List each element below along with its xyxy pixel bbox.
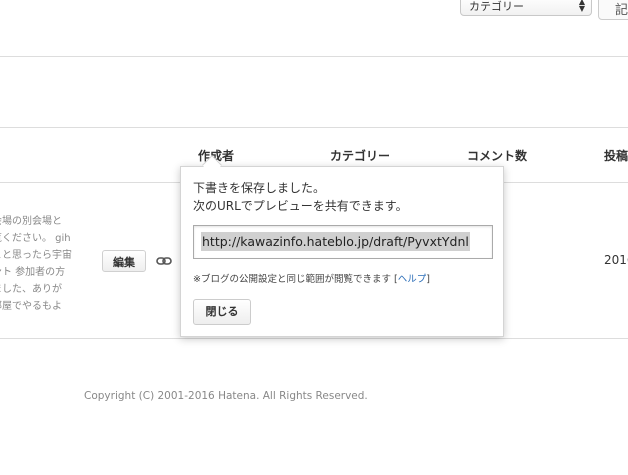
entry-excerpt: 会場の別会場と 覧ください。 gih こと思ったら宇宙 ント 参加者の方 ました… <box>0 213 104 315</box>
header-category: カテゴリー <box>330 149 391 163</box>
popup-note: ※ブログの公開設定と同じ範囲が閲覧できます [ヘルプ] <box>193 271 430 285</box>
excerpt-line: 部屋でやるもよ <box>0 301 62 312</box>
popup-message-share: 次のURLでプレビューを共有できます。 <box>193 199 408 213</box>
record-button-label: 記 <box>615 3 628 18</box>
excerpt-line: ント 参加者の方 <box>0 267 66 278</box>
copyright: Copyright (C) 2001-2016 Hatena. All Righ… <box>84 390 368 402</box>
divider <box>0 338 628 339</box>
help-link[interactable]: ヘルプ <box>398 274 427 285</box>
category-select-value: カテゴリー <box>469 0 524 13</box>
popup-message-saved: 下書きを保存しました。 <box>193 181 326 195</box>
popup-note-text: ※ブログの公開設定と同じ範囲が閲覧できます [ <box>193 274 398 285</box>
excerpt-line: 覧ください。 gih <box>0 233 71 244</box>
link-icon[interactable] <box>156 253 172 267</box>
excerpt-line: ました、ありが <box>0 284 62 295</box>
excerpt-line: 会場の別会場と <box>0 216 62 227</box>
excerpt-line: こと思ったら宇宙 <box>0 250 72 261</box>
preview-url-text: http://kawazinfo.hateblo.jp/draft/PyvxtY… <box>201 232 470 251</box>
entry-date: 2016 <box>604 253 628 267</box>
select-arrows-icon: ▲ ▼ <box>578 0 585 13</box>
popup-note-suffix: ] <box>426 274 430 285</box>
record-button[interactable]: 記 <box>598 0 628 20</box>
divider <box>0 127 628 128</box>
header-posted: 投稿 <box>604 149 628 163</box>
close-button[interactable]: 閉じる <box>193 299 251 325</box>
divider <box>0 56 628 57</box>
category-select[interactable]: カテゴリー ▲ ▼ <box>460 0 592 16</box>
close-button-label: 閉じる <box>205 305 239 318</box>
preview-share-popup: 下書きを保存しました。 次のURLでプレビューを共有できます。 http://k… <box>180 166 504 337</box>
header-comments: コメント数 <box>467 149 528 163</box>
preview-url-field[interactable]: http://kawazinfo.hateblo.jp/draft/PyvxtY… <box>193 225 493 259</box>
edit-button[interactable]: 編集 <box>102 250 146 272</box>
edit-button-label: 編集 <box>113 256 135 269</box>
